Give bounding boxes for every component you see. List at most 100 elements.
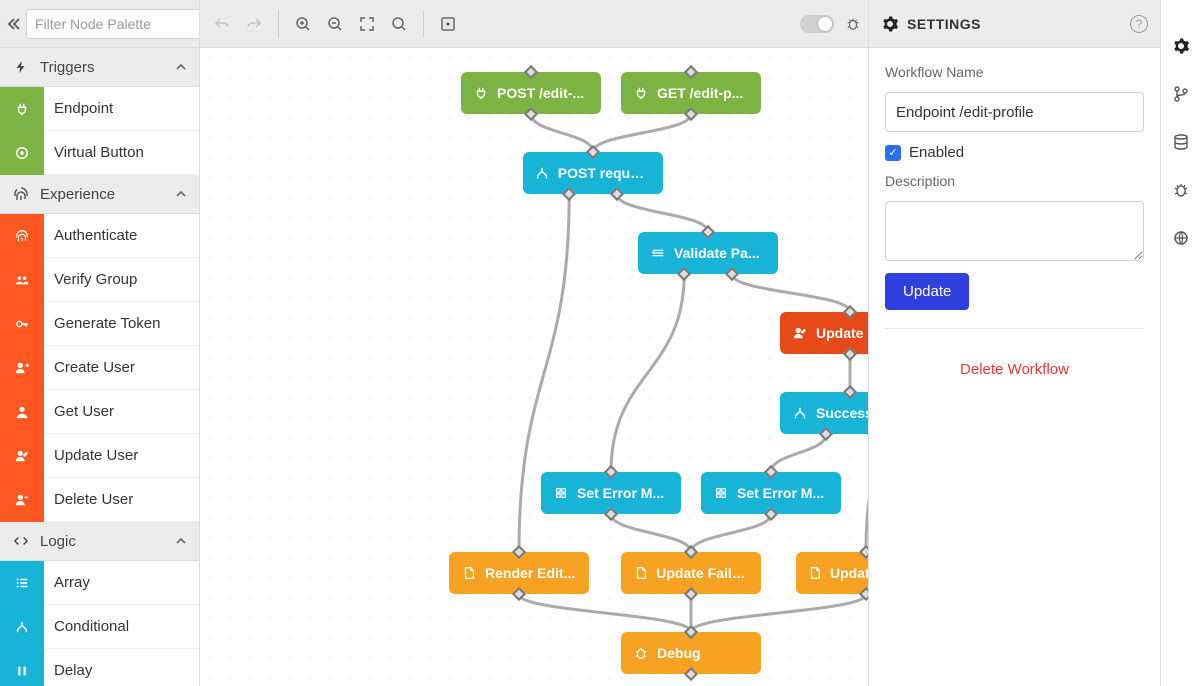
description-input[interactable] (885, 201, 1144, 261)
target-icon (0, 131, 44, 175)
node-label: Update Success (830, 565, 868, 581)
palette-item-label: Delay (44, 662, 199, 679)
zoom-out-button[interactable] (321, 10, 349, 38)
expand-icon (359, 16, 375, 32)
palette-item-label: Verify Group (44, 271, 199, 288)
palette-section-label: Experience (40, 186, 165, 203)
palette-item[interactable]: Conditional (0, 605, 199, 649)
chevron-up-icon (175, 535, 187, 547)
node-label: POST /edit-... (497, 85, 584, 101)
database-icon (1173, 134, 1189, 150)
list-icon (0, 561, 44, 605)
palette-item[interactable]: Endpoint (0, 87, 199, 131)
bug-icon (846, 17, 860, 31)
rail-globals-button[interactable] (1167, 224, 1195, 252)
palette-item[interactable]: Virtual Button (0, 131, 199, 175)
palette-section-experience[interactable]: Experience (0, 175, 199, 214)
gear-icon (881, 15, 899, 33)
palette-item[interactable]: Delay (0, 649, 199, 686)
node-update_user[interactable]: Update User (780, 312, 868, 354)
branch-icon (0, 605, 44, 649)
undo-button[interactable] (208, 10, 236, 38)
branch-icon (1173, 86, 1189, 102)
palette-item[interactable]: Update User (0, 434, 199, 478)
update-button[interactable]: Update (885, 273, 969, 310)
grid-icon (553, 485, 569, 501)
zoom-in-icon (295, 16, 311, 32)
node-update_success[interactable]: Update Success (796, 552, 868, 594)
node-label: Validate Pa... (674, 245, 760, 261)
user+-icon (0, 346, 44, 390)
node-label: Set Error M... (737, 485, 824, 501)
palette-section-label: Logic (40, 533, 165, 550)
palette-item-label: Endpoint (44, 100, 199, 117)
chevron-up-icon (175, 61, 187, 73)
palette-item[interactable]: Array (0, 561, 199, 605)
code-icon (12, 532, 30, 550)
note-plus-icon (440, 16, 456, 32)
node-label: GET /edit-p... (657, 85, 743, 101)
filter-node-input[interactable] (26, 9, 200, 39)
key-icon (0, 302, 44, 346)
settings-title: SETTINGS (907, 16, 981, 32)
workflow-canvas[interactable]: POST /edit-... GET /edit-p... POST request… (200, 48, 868, 686)
enabled-label: Enabled (909, 144, 964, 161)
add-note-button[interactable] (434, 10, 462, 38)
plug-icon (473, 85, 489, 101)
palette-section-triggers[interactable]: Triggers (0, 48, 199, 87)
main-area: POST /edit-... GET /edit-p... POST request… (200, 0, 868, 686)
grid-icon (713, 485, 729, 501)
fingerprint-icon (12, 185, 30, 203)
zoom-reset-button[interactable] (385, 10, 413, 38)
finger-icon (0, 214, 44, 258)
debug-toggle[interactable] (800, 15, 834, 33)
plug-icon (0, 87, 44, 131)
bug-icon (1173, 182, 1189, 198)
palette-section-logic[interactable]: Logic (0, 522, 199, 561)
delete-workflow-link[interactable]: Delete Workflow (885, 341, 1144, 378)
globe-icon (1173, 230, 1189, 246)
check-icon (650, 245, 666, 261)
right-rail (1160, 0, 1200, 686)
palette-item[interactable]: Verify Group (0, 258, 199, 302)
workflow-name-label: Workflow Name (885, 64, 1144, 80)
palette-item[interactable]: Generate Token (0, 302, 199, 346)
user!-icon (0, 434, 44, 478)
palette-item-label: Generate Token (44, 315, 199, 332)
help-button[interactable]: ? (1130, 15, 1148, 33)
settings-panel: SETTINGS ? Workflow Name ✓ Enabled Descr… (868, 0, 1160, 686)
redo-button[interactable] (240, 10, 268, 38)
page-icon (461, 565, 477, 581)
bug-icon (633, 645, 649, 661)
node-label: POST request? (558, 165, 651, 181)
palette-item-label: Virtual Button (44, 144, 199, 161)
rail-settings-button[interactable] (1167, 32, 1195, 60)
node-label: Render Edit... (485, 565, 575, 581)
node-label: Success? (816, 405, 868, 421)
palette-item[interactable]: Delete User (0, 478, 199, 522)
rail-storage-button[interactable] (1167, 128, 1195, 156)
zoom-fit-button[interactable] (353, 10, 381, 38)
description-label: Description (885, 173, 1144, 189)
node-palette-sidebar: Triggers Endpoint Virtual Button Experience… (0, 0, 200, 686)
zoom-in-button[interactable] (289, 10, 317, 38)
workflow-name-input[interactable] (885, 92, 1144, 132)
node-label: Debug (657, 645, 701, 661)
rail-versions-button[interactable] (1167, 80, 1195, 108)
chevrons-left-icon (6, 16, 22, 32)
user--icon (0, 478, 44, 522)
palette-item[interactable]: Create User (0, 346, 199, 390)
bolt-icon (12, 58, 30, 76)
rail-debug-button[interactable] (1167, 176, 1195, 204)
palette-item[interactable]: Authenticate (0, 214, 199, 258)
page-icon (633, 565, 648, 581)
branch-icon (792, 405, 808, 421)
palette-item-label: Delete User (44, 491, 199, 508)
enabled-checkbox[interactable]: ✓ (885, 145, 901, 161)
palette-item[interactable]: Get User (0, 390, 199, 434)
collapse-sidebar-button[interactable] (6, 9, 22, 39)
palette-section-label: Triggers (40, 59, 165, 76)
zoom-out-icon (327, 16, 343, 32)
palette-item-label: Conditional (44, 618, 199, 635)
user!-icon (792, 325, 808, 341)
